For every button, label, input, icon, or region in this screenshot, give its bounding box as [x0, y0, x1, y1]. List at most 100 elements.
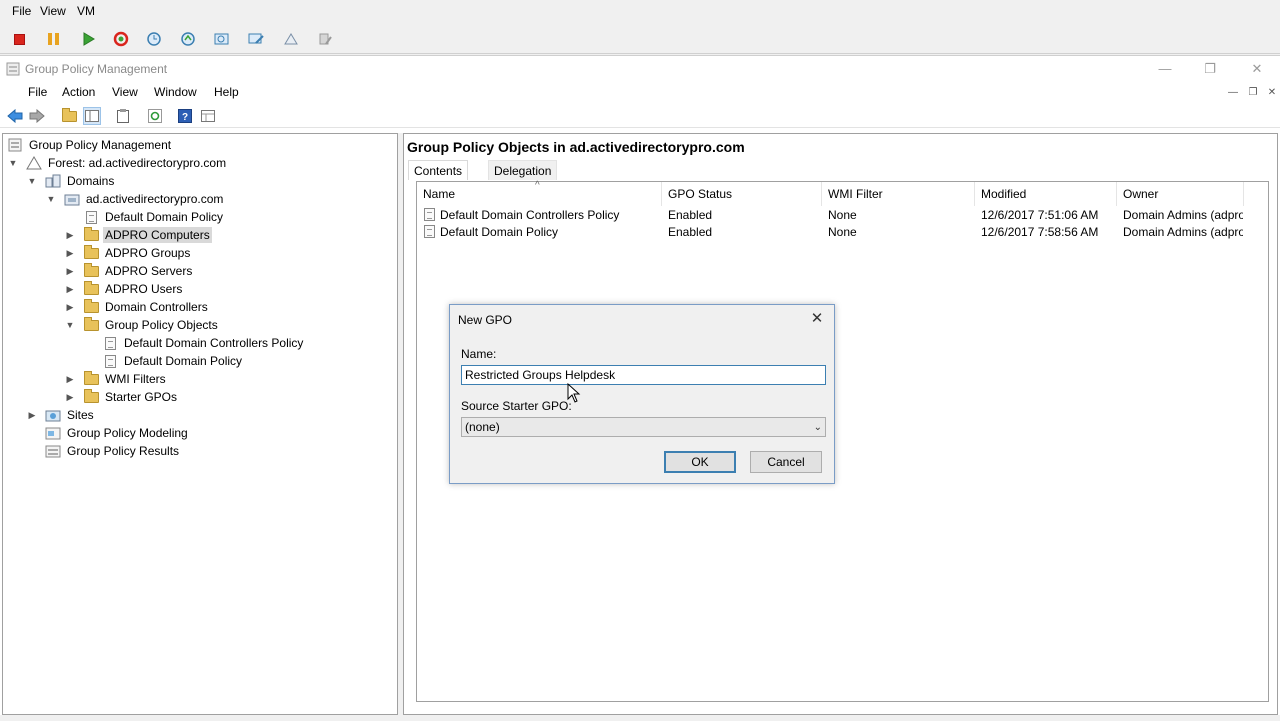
show-hide-tree-icon[interactable] — [83, 107, 101, 125]
ou-folder-icon — [83, 244, 99, 260]
gpo-modified: 12/6/2017 7:51:06 AM — [981, 208, 1099, 222]
vm-menu-bar: File View VM — [0, 0, 1280, 24]
tree-item-adpro-servers[interactable]: ▶ ADPRO Servers — [64, 262, 194, 280]
chevron-right-icon[interactable]: ▶ — [26, 406, 38, 424]
stop-icon[interactable] — [8, 28, 30, 50]
pause-icon[interactable] — [42, 28, 64, 50]
select-value: (none) — [465, 420, 500, 434]
chevron-right-icon[interactable]: ▶ — [64, 244, 76, 262]
gpo-icon — [424, 208, 435, 225]
table-row[interactable]: Default Domain Policy Enabled None 12/6/… — [417, 224, 1267, 241]
settings-icon[interactable] — [314, 28, 336, 50]
menu-action[interactable]: Action — [62, 85, 95, 99]
tree-item-gp-results[interactable]: Group Policy Results — [45, 442, 181, 460]
tab-contents[interactable]: Contents — [408, 160, 469, 180]
gpo-icon — [102, 354, 118, 368]
chevron-right-icon[interactable]: ▶ — [64, 298, 76, 316]
tree-label: Default Domain Controllers Policy — [124, 336, 304, 350]
help-icon[interactable]: ? — [176, 107, 194, 125]
tree-item-gpm-root[interactable]: Group Policy Management — [7, 136, 173, 154]
tree-item-default-domain-controllers-policy[interactable]: Default Domain Controllers Policy — [102, 334, 305, 352]
chevron-right-icon[interactable]: ▶ — [64, 388, 76, 406]
gpo-wmi-filter: None — [828, 225, 857, 239]
column-header-owner[interactable]: Owner — [1117, 182, 1244, 206]
vm-menu-vm[interactable]: VM — [77, 4, 95, 18]
chevron-right-icon[interactable]: ▶ — [64, 370, 76, 388]
gpo-name-input[interactable] — [461, 365, 826, 385]
revert-icon[interactable] — [177, 28, 199, 50]
tree-item-starter-gpos[interactable]: ▶ Starter GPOs — [64, 388, 179, 406]
chevron-right-icon[interactable]: ▶ — [64, 262, 76, 280]
minimize-button[interactable]: — — [1148, 58, 1182, 80]
menu-bar: File Action View Window Help — ❐ ✕ — [0, 82, 1280, 104]
tree-label: ADPRO Computers — [103, 227, 212, 243]
tree-item-domains[interactable]: ▼ Domains — [26, 172, 116, 190]
cancel-button[interactable]: Cancel — [750, 451, 822, 473]
enhanced-session-icon[interactable] — [245, 28, 267, 50]
dialog-close-button[interactable]: ✕ — [808, 310, 826, 328]
vm-menu-view[interactable]: View — [40, 4, 66, 18]
column-header-modified[interactable]: Modified — [975, 182, 1117, 206]
mdi-close-button[interactable]: ✕ — [1264, 86, 1280, 100]
close-button[interactable]: ✕ — [1240, 58, 1274, 80]
tree-label: ADPRO Groups — [105, 246, 191, 260]
tree-item-default-domain-policy-link[interactable]: Default Domain Policy — [83, 208, 225, 226]
tree-item-adpro-computers[interactable]: ▶ ADPRO Computers — [64, 226, 212, 244]
tree-item-domain[interactable]: ▼ ad.activedirectorypro.com — [45, 190, 225, 208]
column-header-gpo-status[interactable]: GPO Status — [662, 182, 822, 206]
export-list-icon[interactable] — [199, 107, 217, 125]
chevron-down-icon: ⌄ — [813, 422, 822, 433]
tree-item-sites[interactable]: ▶ Sites — [26, 406, 96, 424]
refresh-icon[interactable] — [146, 107, 164, 125]
menu-help[interactable]: Help — [214, 85, 239, 99]
menu-view[interactable]: View — [112, 85, 138, 99]
menu-window[interactable]: Window — [154, 85, 197, 99]
snapshot-icon[interactable] — [143, 28, 165, 50]
console-tree: Group Policy Management ▼ Forest: ad.act… — [2, 133, 398, 715]
tree-item-adpro-users[interactable]: ▶ ADPRO Users — [64, 280, 184, 298]
tab-delegation[interactable]: Delegation — [488, 160, 558, 180]
play-icon[interactable] — [77, 28, 99, 50]
tree-item-default-domain-policy[interactable]: Default Domain Policy — [102, 352, 244, 370]
tree-item-wmi-filters[interactable]: ▶ WMI Filters — [64, 370, 168, 388]
column-header-wmi-filter[interactable]: WMI Filter — [822, 182, 975, 206]
mdi-restore-button[interactable]: ❐ — [1245, 86, 1261, 100]
chevron-down-icon[interactable]: ▼ — [45, 190, 57, 208]
chevron-right-icon[interactable]: ▶ — [64, 226, 76, 244]
chevron-down-icon[interactable]: ▼ — [26, 172, 38, 190]
chevron-down-icon[interactable]: ▼ — [64, 316, 76, 334]
ou-folder-icon — [83, 280, 99, 296]
gpo-name: Default Domain Controllers Policy — [440, 208, 620, 222]
manage-snapshots-icon[interactable] — [211, 28, 233, 50]
chevron-down-icon[interactable]: ▼ — [7, 154, 19, 172]
tree-label: ADPRO Users — [105, 282, 183, 296]
menu-file[interactable]: File — [28, 85, 47, 99]
up-folder-icon[interactable] — [60, 107, 78, 125]
wmi-folder-icon — [83, 370, 99, 386]
mdi-minimize-button[interactable]: — — [1225, 86, 1241, 100]
forward-icon[interactable] — [28, 107, 46, 125]
chevron-right-icon[interactable]: ▶ — [64, 280, 76, 298]
vm-menu-file[interactable]: File — [12, 4, 31, 18]
source-starter-gpo-select[interactable]: (none) ⌄ — [461, 417, 826, 437]
tree-item-group-policy-objects[interactable]: ▼ Group Policy Objects — [64, 316, 220, 334]
tree-item-gp-modeling[interactable]: Group Policy Modeling — [45, 424, 190, 442]
tree-label: Group Policy Management — [29, 138, 172, 152]
tree-item-adpro-groups[interactable]: ▶ ADPRO Groups — [64, 244, 192, 262]
properties-icon[interactable] — [114, 107, 132, 125]
gpo-link-icon — [83, 210, 99, 224]
ou-folder-icon — [83, 226, 99, 242]
share-icon[interactable] — [280, 28, 302, 50]
reset-icon[interactable] — [110, 28, 132, 50]
ok-button[interactable]: OK — [664, 451, 736, 473]
back-icon[interactable] — [6, 107, 24, 125]
table-row[interactable]: Default Domain Controllers Policy Enable… — [417, 207, 1267, 224]
column-header-name[interactable]: Name ^ — [417, 180, 662, 206]
tree-item-domain-controllers[interactable]: ▶ Domain Controllers — [64, 298, 210, 316]
gpo-icon — [102, 336, 118, 350]
title-bar: Group Policy Management — ❐ ✕ — [0, 56, 1280, 82]
new-gpo-dialog: New GPO ✕ Name: Source Starter GPO: (non… — [449, 304, 835, 484]
restore-button[interactable]: ❐ — [1193, 58, 1227, 80]
tree-item-forest[interactable]: ▼ Forest: ad.activedirectorypro.com — [7, 154, 228, 172]
gpm-icon — [7, 138, 23, 152]
